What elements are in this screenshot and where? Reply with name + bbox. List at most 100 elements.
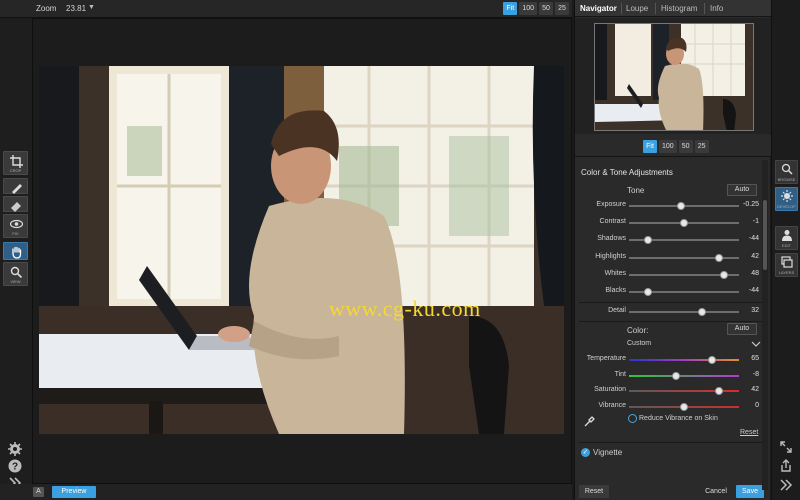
- help-icon[interactable]: ?: [7, 458, 23, 474]
- nav-zoom-fit-button[interactable]: Fit: [643, 140, 657, 153]
- zoom-25-button[interactable]: 25: [555, 2, 569, 15]
- brush-tool-button[interactable]: [3, 178, 28, 194]
- edit-module-button[interactable]: EDIT: [775, 226, 798, 250]
- canvas-footer: A Preview: [0, 484, 572, 500]
- detail-slider-value: 32: [751, 307, 759, 314]
- vignette-checkbox[interactable]: ✓: [581, 448, 590, 457]
- whites-slider-handle[interactable]: [719, 270, 728, 279]
- reset-button[interactable]: Reset: [579, 485, 609, 498]
- fullscreen-icon[interactable]: [779, 440, 793, 454]
- blacks-slider-handle[interactable]: [643, 288, 652, 296]
- whites-slider-value: 48: [751, 269, 759, 277]
- preview-button[interactable]: Preview: [52, 486, 96, 498]
- highlights-slider-value: 42: [751, 252, 759, 260]
- svg-text:?: ?: [12, 462, 18, 473]
- highlights-slider-label: Highlights: [595, 252, 626, 260]
- highlights-slider-track[interactable]: [629, 253, 739, 262]
- view-tool-label: VIEW: [10, 279, 21, 284]
- temperature-slider-handle[interactable]: [707, 356, 716, 364]
- fix-tool-button[interactable]: FIX: [3, 214, 28, 238]
- cancel-button[interactable]: Cancel: [699, 485, 733, 498]
- nav-zoom-25-button[interactable]: 25: [694, 140, 709, 153]
- contrast-slider-track[interactable]: [629, 219, 739, 228]
- contrast-slider-handle[interactable]: [680, 219, 688, 228]
- person-icon: [782, 230, 792, 241]
- zoom-100-button[interactable]: 100: [519, 2, 537, 15]
- shadows-slider-track[interactable]: [629, 236, 739, 245]
- crop-tool-button[interactable]: CROP: [3, 151, 28, 175]
- hand-tool-button[interactable]: [3, 242, 28, 260]
- color-reset-link[interactable]: Reset: [740, 429, 758, 436]
- zoom-label: Zoom: [36, 4, 57, 13]
- layers-module-button[interactable]: LAYERS: [775, 253, 798, 277]
- blacks-slider-track[interactable]: [629, 288, 739, 296]
- vibrance-slider-track[interactable]: [629, 402, 739, 411]
- tab-loupe[interactable]: Loupe: [626, 4, 648, 13]
- divider: [579, 302, 763, 303]
- magnifier-icon: [10, 266, 23, 278]
- eyedropper-icon[interactable]: [584, 416, 595, 427]
- highlights-slider-handle[interactable]: [715, 253, 724, 262]
- eraser-tool-button[interactable]: [3, 196, 28, 212]
- vibrance-slider-value: 0: [755, 401, 759, 409]
- crop-tool-label: CROP: [9, 168, 22, 173]
- tab-divider: [655, 3, 656, 14]
- brush-icon: [12, 184, 22, 194]
- scrollbar-thumb[interactable]: [763, 200, 767, 270]
- fix-tool-label: FIX: [12, 231, 19, 236]
- saturation-slider-handle[interactable]: [715, 387, 724, 395]
- chevron-down-icon[interactable]: ▼: [88, 4, 95, 11]
- vibrance-slider-row: Vibrance 0: [575, 400, 771, 414]
- adjustments-panel: Navigator Loupe Histogram Info Fit 100 5…: [574, 0, 771, 500]
- exposure-slider-track[interactable]: [629, 202, 739, 210]
- zoom-50-button[interactable]: 50: [539, 2, 553, 15]
- vibrance-slider-handle[interactable]: [680, 402, 688, 411]
- browse-module-button[interactable]: BROWSE: [775, 160, 798, 184]
- shadows-slider-handle[interactable]: [643, 236, 652, 245]
- watermark-text: www.cg-ku.com: [329, 296, 481, 321]
- navigator-thumbnail[interactable]: [594, 23, 754, 131]
- saturation-slider-track[interactable]: [629, 387, 739, 395]
- save-button[interactable]: Save: [736, 485, 764, 498]
- panel-scrollbar[interactable]: [762, 160, 768, 490]
- tone-auto-button[interactable]: Auto: [727, 184, 757, 196]
- develop-module-button[interactable]: DEVELOP: [775, 187, 798, 211]
- color-auto-button[interactable]: Auto: [727, 323, 757, 335]
- tint-slider-handle[interactable]: [672, 371, 681, 380]
- tab-info[interactable]: Info: [710, 4, 723, 13]
- tint-slider-value: -8: [752, 370, 759, 378]
- color-preset-dropdown[interactable]: Custom: [627, 340, 651, 347]
- exposure-slider-row: Exposure -0.25: [575, 199, 771, 213]
- edited-photo: www.cg-ku.com: [39, 66, 564, 434]
- exposure-slider-label: Exposure: [596, 201, 626, 208]
- tab-histogram[interactable]: Histogram: [661, 4, 697, 13]
- tint-slider-row: Tint -8: [575, 369, 771, 383]
- detail-slider-track[interactable]: [629, 308, 739, 316]
- view-tool-button[interactable]: VIEW: [3, 262, 28, 286]
- divider: [579, 442, 763, 443]
- gear-icon[interactable]: [7, 441, 23, 457]
- zoom-value-dropdown[interactable]: 23.81: [66, 4, 86, 13]
- before-after-toggle[interactable]: A: [33, 487, 44, 497]
- chevron-down-icon[interactable]: [751, 340, 761, 348]
- detail-slider-handle[interactable]: [697, 308, 706, 316]
- crop-icon: [10, 155, 23, 168]
- vignette-label[interactable]: Vignette: [593, 448, 622, 457]
- tint-slider-track[interactable]: [629, 371, 739, 380]
- tab-navigator[interactable]: Navigator: [580, 4, 617, 13]
- nav-zoom-100-button[interactable]: 100: [659, 140, 677, 153]
- reduce-vibrance-checkbox[interactable]: [628, 414, 637, 423]
- expand-right-icon[interactable]: [779, 478, 793, 492]
- temperature-slider-value: 65: [751, 355, 759, 362]
- color-heading: Color:: [627, 326, 649, 335]
- eraser-icon: [11, 202, 21, 212]
- nav-zoom-50-button[interactable]: 50: [678, 140, 693, 153]
- image-canvas[interactable]: www.cg-ku.com: [32, 18, 572, 484]
- zoom-toolbar: Zoom 23.81 ▼ Fit 100 50 25: [0, 0, 572, 18]
- share-icon[interactable]: [779, 459, 793, 473]
- whites-slider-track[interactable]: [629, 270, 739, 279]
- exposure-slider-handle[interactable]: [676, 202, 685, 210]
- temperature-slider-track[interactable]: [629, 356, 739, 364]
- zoom-fit-button[interactable]: Fit: [503, 2, 518, 15]
- blacks-slider-value: -44: [748, 287, 759, 294]
